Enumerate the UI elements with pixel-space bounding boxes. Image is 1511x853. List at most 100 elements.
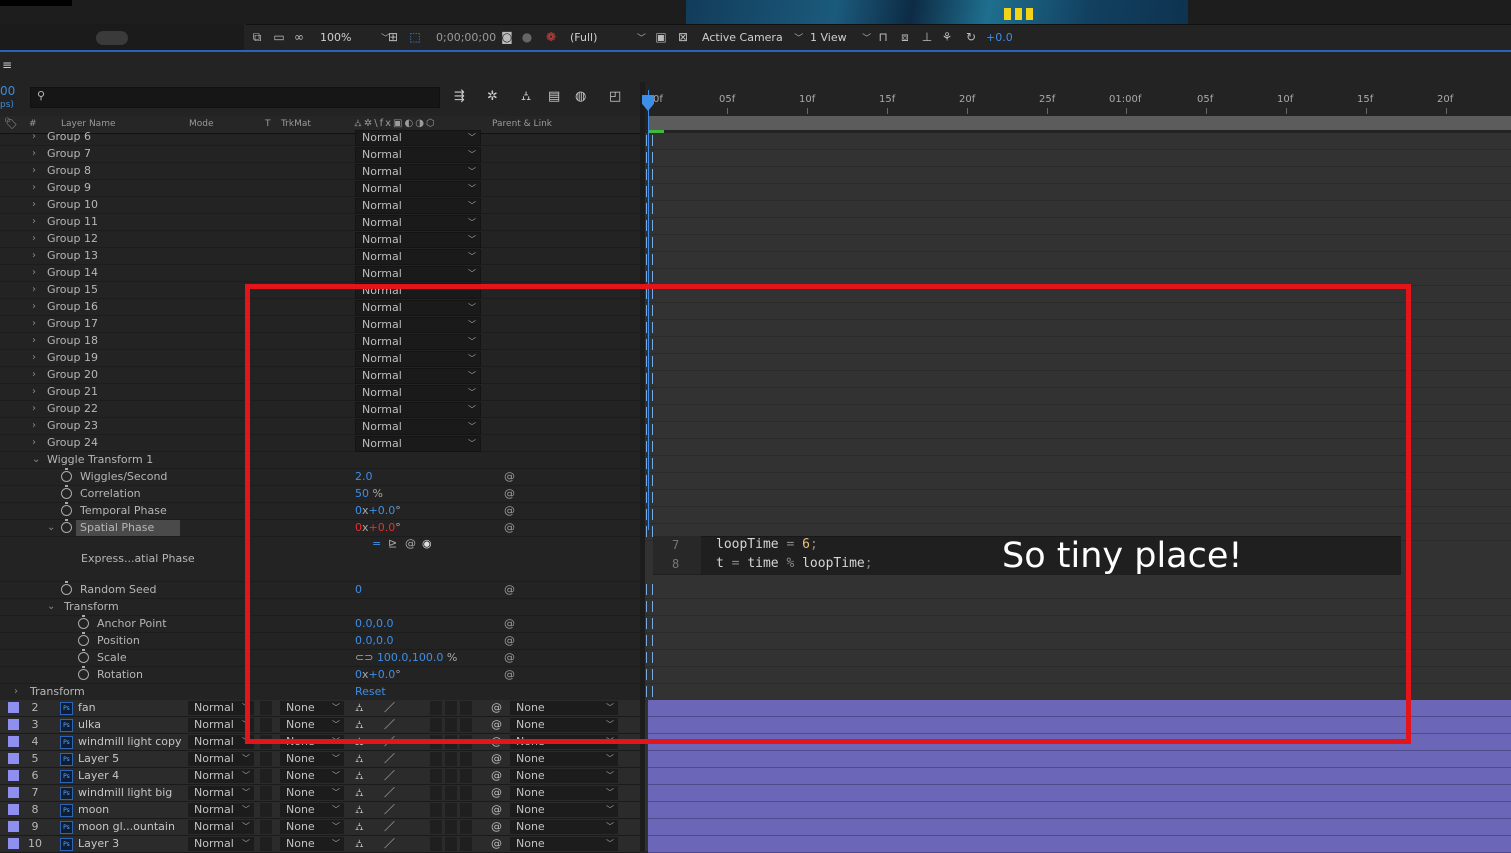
label-color-swatch[interactable] — [8, 787, 19, 798]
stopwatch-icon[interactable] — [61, 485, 72, 499]
expand-chevron-icon[interactable]: › — [32, 248, 36, 264]
group-row[interactable]: › Group 11 Normal ﹀ — [0, 214, 640, 231]
region-icon[interactable]: ⬚ — [408, 30, 422, 44]
label-color-swatch[interactable] — [8, 719, 19, 730]
expand-chevron-icon[interactable]: › — [32, 265, 36, 281]
trkmat-select[interactable]: None ﹀ — [280, 803, 344, 817]
blend-mode-select[interactable]: Normal ﹀ — [355, 147, 481, 163]
col-number[interactable]: # — [29, 119, 37, 129]
view-layout-dropdown[interactable]: 1 View ﹀ — [810, 25, 871, 51]
switch-box[interactable] — [460, 752, 472, 766]
collapse-chevron-icon[interactable]: ⌄ — [32, 452, 40, 468]
blend-mode-select[interactable]: Normal ﹀ — [355, 130, 481, 146]
expand-chevron-icon[interactable]: › — [32, 333, 36, 349]
stopwatch-icon[interactable] — [61, 502, 72, 516]
switch-box[interactable] — [460, 820, 472, 834]
resolution-dropdown[interactable]: (Full) ﹀ — [570, 25, 646, 51]
expand-chevron-icon[interactable]: › — [32, 146, 36, 162]
frame-blending-icon[interactable]: ▤ — [548, 89, 560, 104]
label-color-swatch[interactable] — [8, 753, 19, 764]
show-snapshot-icon[interactable]: ● — [520, 30, 534, 44]
trkmat-select[interactable]: None ﹀ — [280, 786, 344, 800]
switch-box[interactable] — [445, 803, 457, 817]
layer-duration-bar[interactable] — [648, 785, 1511, 802]
blend-mode-select[interactable]: Normal ﹀ — [355, 215, 481, 231]
layer-name[interactable]: moon — [78, 802, 109, 818]
label-color-swatch[interactable] — [8, 838, 19, 849]
layer-row[interactable]: 6 Ps Layer 4 Normal ﹀ None ﹀ ⛼ ／ @ None ﹀ — [0, 768, 640, 785]
blend-mode-select[interactable]: Normal ﹀ — [355, 266, 481, 282]
trkmat-select[interactable]: None ﹀ — [280, 820, 344, 834]
parent-select[interactable]: None ﹀ — [510, 752, 618, 766]
stopwatch-icon[interactable] — [78, 649, 89, 663]
layer-name[interactable]: windmill light copy — [78, 734, 182, 750]
layer-name[interactable]: moon gl...ountain — [78, 819, 175, 835]
preserve-transparency-toggle[interactable] — [260, 803, 272, 817]
col-trkmat[interactable]: TrkMat — [281, 119, 311, 129]
panel-menu-icon[interactable]: ≡ — [2, 58, 12, 72]
layer-row[interactable]: 9 Ps moon gl...ountain Normal ﹀ None ﹀ ⛼ ／ @ … — [0, 819, 640, 836]
group-row[interactable]: › Group 13 Normal ﹀ — [0, 248, 640, 265]
layer-mode-select[interactable]: Normal ﹀ — [188, 769, 254, 783]
parent-pickwhip-icon[interactable]: @ — [491, 768, 502, 784]
preserve-transparency-toggle[interactable] — [260, 752, 272, 766]
shy-icon[interactable]: ⛼ — [355, 819, 364, 835]
time-ruler[interactable]: 0f 05f 10f 15f 20f 25f 01:00f 05f 10f 15… — [645, 82, 1511, 116]
switch-box[interactable] — [460, 837, 472, 851]
quality-slash-icon[interactable]: ／ — [384, 836, 395, 852]
expand-chevron-icon[interactable]: › — [32, 299, 36, 315]
stopwatch-icon[interactable] — [61, 468, 72, 482]
draft-3d-icon[interactable]: ✲ — [487, 89, 498, 104]
shy-icon[interactable]: ⛼ — [355, 802, 364, 818]
shy-icon[interactable]: ⛼ — [355, 785, 364, 801]
parent-select[interactable]: None ﹀ — [510, 769, 618, 783]
preserve-transparency-toggle[interactable] — [260, 837, 272, 851]
layer-row[interactable]: 10 Ps Layer 3 Normal ﹀ None ﹀ ⛼ ／ @ None ﹀ — [0, 836, 640, 853]
parent-pickwhip-icon[interactable]: @ — [491, 836, 502, 852]
switch-box[interactable] — [445, 752, 457, 766]
expand-chevron-icon[interactable]: › — [32, 350, 36, 366]
preserve-transparency-toggle[interactable] — [260, 820, 272, 834]
roi-icon[interactable]: ▣ — [654, 30, 668, 44]
parent-pickwhip-icon[interactable]: @ — [491, 751, 502, 767]
blend-mode-select[interactable]: Normal ﹀ — [355, 198, 481, 214]
parent-select[interactable]: None ﹀ — [510, 820, 618, 834]
layer-name[interactable]: windmill light big — [78, 785, 172, 801]
toggle-pixel-icon[interactable]: ⊓ — [876, 30, 890, 44]
grid-icon[interactable]: ⊞ — [386, 30, 400, 44]
group-row[interactable]: › Group 9 Normal ﹀ — [0, 180, 640, 197]
layer-mode-select[interactable]: Normal ﹀ — [188, 820, 254, 834]
switch-box[interactable] — [430, 837, 442, 851]
flowchart-icon[interactable]: ⚘ — [940, 30, 954, 44]
layer-row[interactable]: 5 Ps Layer 5 Normal ﹀ None ﹀ ⛼ ／ @ None ﹀ — [0, 751, 640, 768]
switch-box[interactable] — [460, 803, 472, 817]
comp-mini-flowchart-icon[interactable]: ⇶ — [454, 89, 465, 104]
layer-duration-bar[interactable] — [648, 768, 1511, 785]
stopwatch-icon[interactable] — [78, 615, 89, 629]
switch-box[interactable] — [445, 786, 457, 800]
switch-box[interactable] — [445, 820, 457, 834]
quality-slash-icon[interactable]: ／ — [384, 819, 395, 835]
reset-exposure-icon[interactable]: ↻ — [964, 30, 978, 44]
layer-mode-select[interactable]: Normal ﹀ — [188, 786, 254, 800]
camera-snapshot-icon[interactable]: ◙ — [500, 30, 514, 44]
group-row[interactable]: › Group 12 Normal ﹀ — [0, 231, 640, 248]
switch-box[interactable] — [430, 752, 442, 766]
layer-name[interactable]: Layer 3 — [78, 836, 119, 852]
timecode-display[interactable]: 0;00;00;00 — [436, 25, 496, 51]
hide-shy-icon[interactable]: ⛼ — [521, 89, 531, 106]
camera-dropdown[interactable]: Active Camera ﹀ — [702, 25, 803, 51]
always-preview-icon[interactable]: ⧉ — [250, 30, 264, 44]
switch-box[interactable] — [445, 769, 457, 783]
label-color-swatch[interactable] — [8, 770, 19, 781]
expand-chevron-icon[interactable]: › — [32, 435, 36, 451]
blend-mode-select[interactable]: Normal ﹀ — [355, 181, 481, 197]
mask-icon[interactable]: ∞ — [292, 30, 306, 44]
layer-mode-select[interactable]: Normal ﹀ — [188, 803, 254, 817]
quality-slash-icon[interactable]: ／ — [384, 751, 395, 767]
layer-name[interactable]: fan — [78, 700, 96, 716]
preserve-transparency-toggle[interactable] — [260, 769, 272, 783]
trkmat-select[interactable]: None ﹀ — [280, 769, 344, 783]
expand-chevron-icon[interactable]: › — [32, 282, 36, 298]
work-area-bar[interactable] — [648, 116, 1511, 130]
